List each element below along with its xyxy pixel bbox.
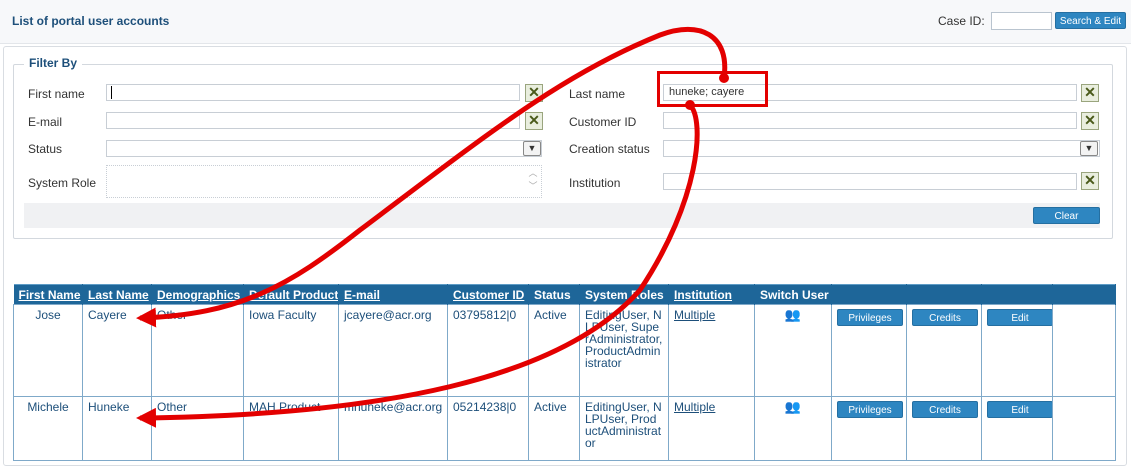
text-cursor: [111, 86, 112, 99]
email-input[interactable]: [106, 112, 520, 129]
cell-last-name: Cayere: [82, 304, 152, 397]
table-row: Jose Cayere Other Iowa Faculty jcayere@a…: [13, 304, 1116, 397]
institution-label: Institution: [569, 176, 621, 190]
credits-button[interactable]: Credits: [912, 309, 978, 326]
cell-customer-id: 05214238|0: [447, 396, 529, 461]
system-role-label: System Role: [28, 176, 97, 190]
institution-input[interactable]: [663, 173, 1077, 190]
users-table: First Name Last Name Demographics Defaul…: [13, 284, 1116, 461]
annotation-highlight-box: [657, 71, 768, 107]
email-label: E-mail: [28, 115, 63, 129]
cell-first-name: Michele: [13, 396, 83, 461]
cell-status: Active: [528, 304, 580, 397]
customer-id-input[interactable]: [663, 112, 1077, 129]
creation-status-label: Creation status: [569, 142, 650, 156]
status-label: Status: [28, 142, 63, 156]
institution-link[interactable]: Multiple: [674, 400, 715, 414]
edit-button[interactable]: Edit: [987, 309, 1053, 326]
cell-spacer: [1052, 304, 1116, 397]
clear-email-icon[interactable]: ✕: [525, 112, 543, 130]
cell-demographics: Other: [151, 396, 244, 461]
cell-email: mhuneke@acr.org: [338, 396, 448, 461]
switch-user-icon[interactable]: 👥: [760, 400, 826, 413]
cell-roles: EditingUser, NLPUser, SuperAdministrator…: [579, 304, 669, 397]
switch-user-icon[interactable]: 👥: [760, 308, 826, 321]
header-credits: [906, 284, 982, 305]
clear-button[interactable]: Clear: [1033, 207, 1100, 224]
cell-product: MAH Product: [243, 396, 339, 461]
clear-customer-id-icon[interactable]: ✕: [1081, 112, 1099, 130]
sort-institution[interactable]: Institution: [674, 288, 732, 302]
filter-legend: Filter By: [24, 56, 83, 70]
sort-email[interactable]: E-mail: [344, 288, 380, 302]
sort-customer-id[interactable]: Customer ID: [453, 288, 524, 302]
table-header-row: First Name Last Name Demographics Defaul…: [13, 284, 1116, 305]
creation-status-dropdown-icon[interactable]: ▼: [1080, 141, 1098, 156]
header-edit: [981, 284, 1053, 305]
first-name-label: First name: [28, 87, 85, 101]
sort-first-name[interactable]: First Name: [19, 288, 81, 302]
credits-button[interactable]: Credits: [912, 401, 978, 418]
sort-default-product[interactable]: Default Product: [249, 288, 338, 302]
header-privileges: [831, 284, 907, 305]
header-system-roles: System Roles: [579, 284, 669, 305]
header-switch-user: Switch User: [754, 284, 832, 305]
cell-first-name: Jose: [13, 304, 83, 397]
listbox-scroll-icon[interactable]: ︿ ﹀: [527, 167, 539, 195]
cell-status: Active: [528, 396, 580, 461]
clear-institution-icon[interactable]: ✕: [1081, 172, 1099, 190]
first-name-input[interactable]: [106, 84, 520, 101]
case-id-input[interactable]: [991, 12, 1052, 30]
privileges-button[interactable]: Privileges: [837, 401, 903, 418]
cell-customer-id: 03795812|0: [447, 304, 529, 397]
cell-last-name: Huneke: [82, 396, 152, 461]
status-select[interactable]: [106, 140, 542, 157]
cell-email: jcayere@acr.org: [338, 304, 448, 397]
cell-demographics: Other: [151, 304, 244, 397]
institution-link[interactable]: Multiple: [674, 308, 715, 322]
clear-first-name-icon[interactable]: ✕: [525, 84, 543, 102]
system-role-listbox[interactable]: [106, 165, 542, 198]
header-status: Status: [528, 284, 580, 305]
search-edit-button[interactable]: Search & Edit: [1055, 12, 1126, 29]
edit-button[interactable]: Edit: [987, 401, 1053, 418]
cell-roles: EditingUser, NLPUser, ProductAdministrat…: [579, 396, 669, 461]
filter-footer: [24, 203, 1100, 228]
sort-demographics[interactable]: Demographics: [157, 288, 240, 302]
creation-status-select[interactable]: [663, 140, 1100, 157]
case-id-label: Case ID:: [938, 14, 985, 28]
page-title: List of portal user accounts: [12, 14, 170, 28]
cell-spacer: [1052, 396, 1116, 461]
table-row: Michele Huneke Other MAH Product mhuneke…: [13, 396, 1116, 461]
privileges-button[interactable]: Privileges: [837, 309, 903, 326]
status-dropdown-icon[interactable]: ▼: [523, 141, 541, 156]
sort-last-name[interactable]: Last Name: [88, 288, 149, 302]
customer-id-label: Customer ID: [569, 115, 637, 129]
cell-product: Iowa Faculty: [243, 304, 339, 397]
last-name-label: Last name: [569, 87, 626, 101]
header-spacer: [1052, 284, 1116, 305]
clear-last-name-icon[interactable]: ✕: [1081, 84, 1099, 102]
